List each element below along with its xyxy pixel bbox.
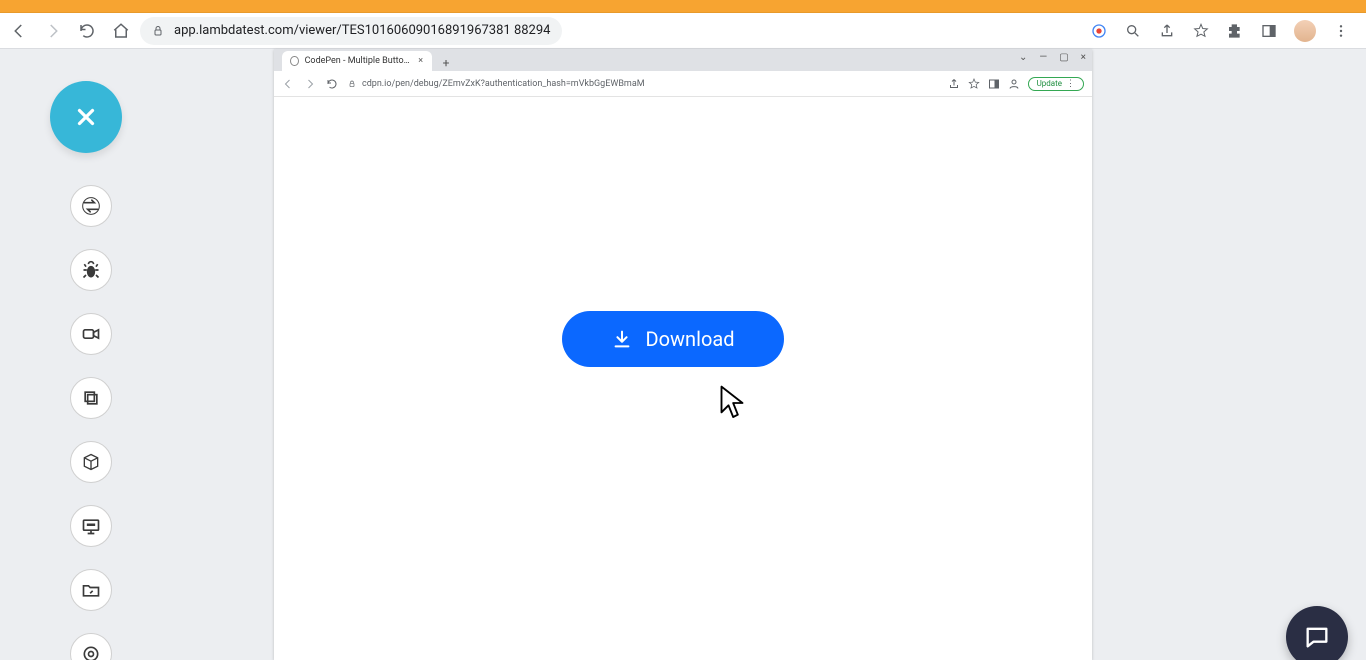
chat-button[interactable] bbox=[1286, 606, 1348, 660]
bug-icon[interactable] bbox=[70, 249, 112, 291]
location-icon[interactable] bbox=[70, 633, 112, 660]
inner-share-icon[interactable] bbox=[948, 78, 960, 90]
extensions-icon[interactable] bbox=[1226, 22, 1244, 40]
profile-avatar[interactable] bbox=[1294, 20, 1316, 42]
cursor-icon bbox=[718, 383, 746, 423]
back-button[interactable] bbox=[10, 22, 28, 40]
forward-button[interactable] bbox=[44, 22, 62, 40]
inner-back-button[interactable] bbox=[282, 78, 294, 90]
tab-favicon bbox=[290, 56, 299, 66]
copy-icon[interactable] bbox=[70, 377, 112, 419]
inner-tab-strip: CodePen - Multiple Button Tran… × + ⌄ ― … bbox=[274, 49, 1092, 71]
remote-browser-window: CodePen - Multiple Button Tran… × + ⌄ ― … bbox=[274, 49, 1092, 660]
inner-right-icons: Update ⋮ bbox=[948, 77, 1084, 91]
maximize-icon[interactable]: ▢ bbox=[1059, 52, 1068, 63]
download-label: Download bbox=[645, 327, 734, 351]
download-icon bbox=[611, 328, 633, 350]
close-window-icon[interactable]: × bbox=[1081, 52, 1086, 63]
tab-title: CodePen - Multiple Button Tran… bbox=[305, 56, 412, 66]
reload-button[interactable] bbox=[78, 22, 96, 40]
session-sidebar bbox=[60, 81, 122, 660]
folder-icon[interactable] bbox=[70, 569, 112, 611]
end-session-button[interactable] bbox=[50, 81, 122, 153]
chevron-down-icon[interactable]: ⌄ bbox=[1019, 52, 1027, 63]
url-text: app.lambdatest.com/viewer/TES10160609016… bbox=[174, 23, 550, 38]
address-bar[interactable]: app.lambdatest.com/viewer/TES10160609016… bbox=[140, 17, 562, 45]
outer-tab-strip bbox=[0, 0, 1366, 13]
inner-lock-icon bbox=[348, 80, 356, 88]
switch-icon[interactable] bbox=[70, 185, 112, 227]
share-icon[interactable] bbox=[1158, 22, 1176, 40]
inner-star-icon[interactable] bbox=[968, 78, 980, 90]
inner-window-controls: ⌄ ― ▢ × bbox=[1019, 52, 1086, 63]
toolbar-right-icons bbox=[1090, 20, 1356, 42]
new-tab-button[interactable]: + bbox=[438, 55, 454, 71]
inner-panel-icon[interactable] bbox=[988, 78, 1000, 90]
update-label: Update bbox=[1037, 79, 1062, 88]
minimize-icon[interactable]: ― bbox=[1039, 52, 1047, 63]
inner-reload-button[interactable] bbox=[326, 78, 338, 90]
inner-address-bar[interactable]: cdpn.io/pen/debug/ZEmvZxK?authentication… bbox=[348, 79, 938, 89]
inner-profile-icon[interactable] bbox=[1008, 78, 1020, 90]
video-icon[interactable] bbox=[70, 313, 112, 355]
inner-toolbar: cdpn.io/pen/debug/ZEmvZxK?authentication… bbox=[274, 71, 1092, 97]
kebab-menu-icon[interactable] bbox=[1332, 22, 1350, 40]
box-icon[interactable] bbox=[70, 441, 112, 483]
update-menu-icon: ⋮ bbox=[1066, 79, 1075, 89]
desktop-icon[interactable] bbox=[70, 505, 112, 547]
update-button[interactable]: Update ⋮ bbox=[1028, 77, 1084, 91]
star-icon[interactable] bbox=[1192, 22, 1210, 40]
inner-page-content: Download bbox=[274, 97, 1092, 660]
outer-browser-toolbar: app.lambdatest.com/viewer/TES10160609016… bbox=[0, 13, 1366, 49]
inner-tab[interactable]: CodePen - Multiple Button Tran… × bbox=[282, 51, 432, 71]
inner-url-text: cdpn.io/pen/debug/ZEmvZxK?authentication… bbox=[362, 79, 645, 89]
viewer-workspace: CodePen - Multiple Button Tran… × + ⌄ ― … bbox=[0, 49, 1366, 660]
close-tab-icon[interactable]: × bbox=[417, 57, 424, 65]
google-icon[interactable] bbox=[1090, 22, 1108, 40]
download-button[interactable]: Download bbox=[562, 311, 784, 367]
lock-icon bbox=[152, 25, 164, 37]
inner-forward-button[interactable] bbox=[304, 78, 316, 90]
home-button[interactable] bbox=[112, 22, 130, 40]
zoom-icon[interactable] bbox=[1124, 22, 1142, 40]
panel-icon[interactable] bbox=[1260, 22, 1278, 40]
nav-buttons bbox=[10, 22, 130, 40]
